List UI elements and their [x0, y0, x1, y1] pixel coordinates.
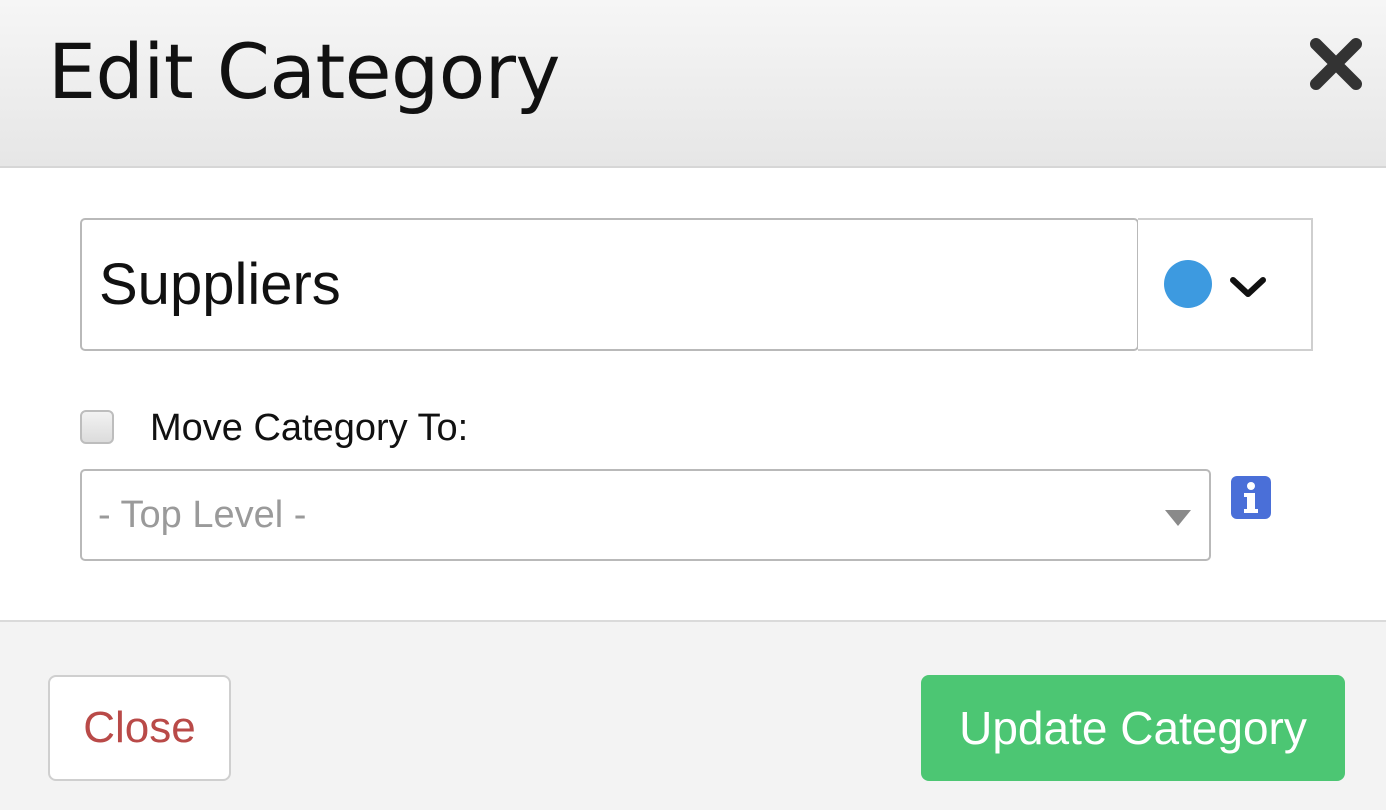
color-swatch: [1164, 260, 1212, 308]
parent-level-value: - Top Level -: [98, 494, 307, 536]
modal-footer: Close Update Category: [0, 620, 1386, 810]
info-icon[interactable]: [1231, 476, 1271, 519]
edit-category-modal: Edit Category Move Category To: - Top Le…: [0, 0, 1386, 810]
modal-title: Edit Category: [48, 27, 561, 116]
chevron-down-icon: [1228, 272, 1268, 302]
close-button[interactable]: Close: [48, 675, 231, 781]
parent-level-select[interactable]: - Top Level -: [80, 469, 1211, 561]
close-x-icon[interactable]: [1308, 36, 1364, 92]
move-category-label: Move Category To:: [150, 407, 469, 449]
color-picker-dropdown[interactable]: [1138, 218, 1313, 351]
modal-body: Move Category To: - Top Level -: [0, 168, 1386, 620]
move-category-checkbox[interactable]: [80, 410, 114, 444]
category-name-input[interactable]: [80, 218, 1139, 351]
update-category-button[interactable]: Update Category: [921, 675, 1345, 781]
caret-down-icon: [1164, 509, 1192, 527]
modal-header: Edit Category: [0, 0, 1386, 168]
